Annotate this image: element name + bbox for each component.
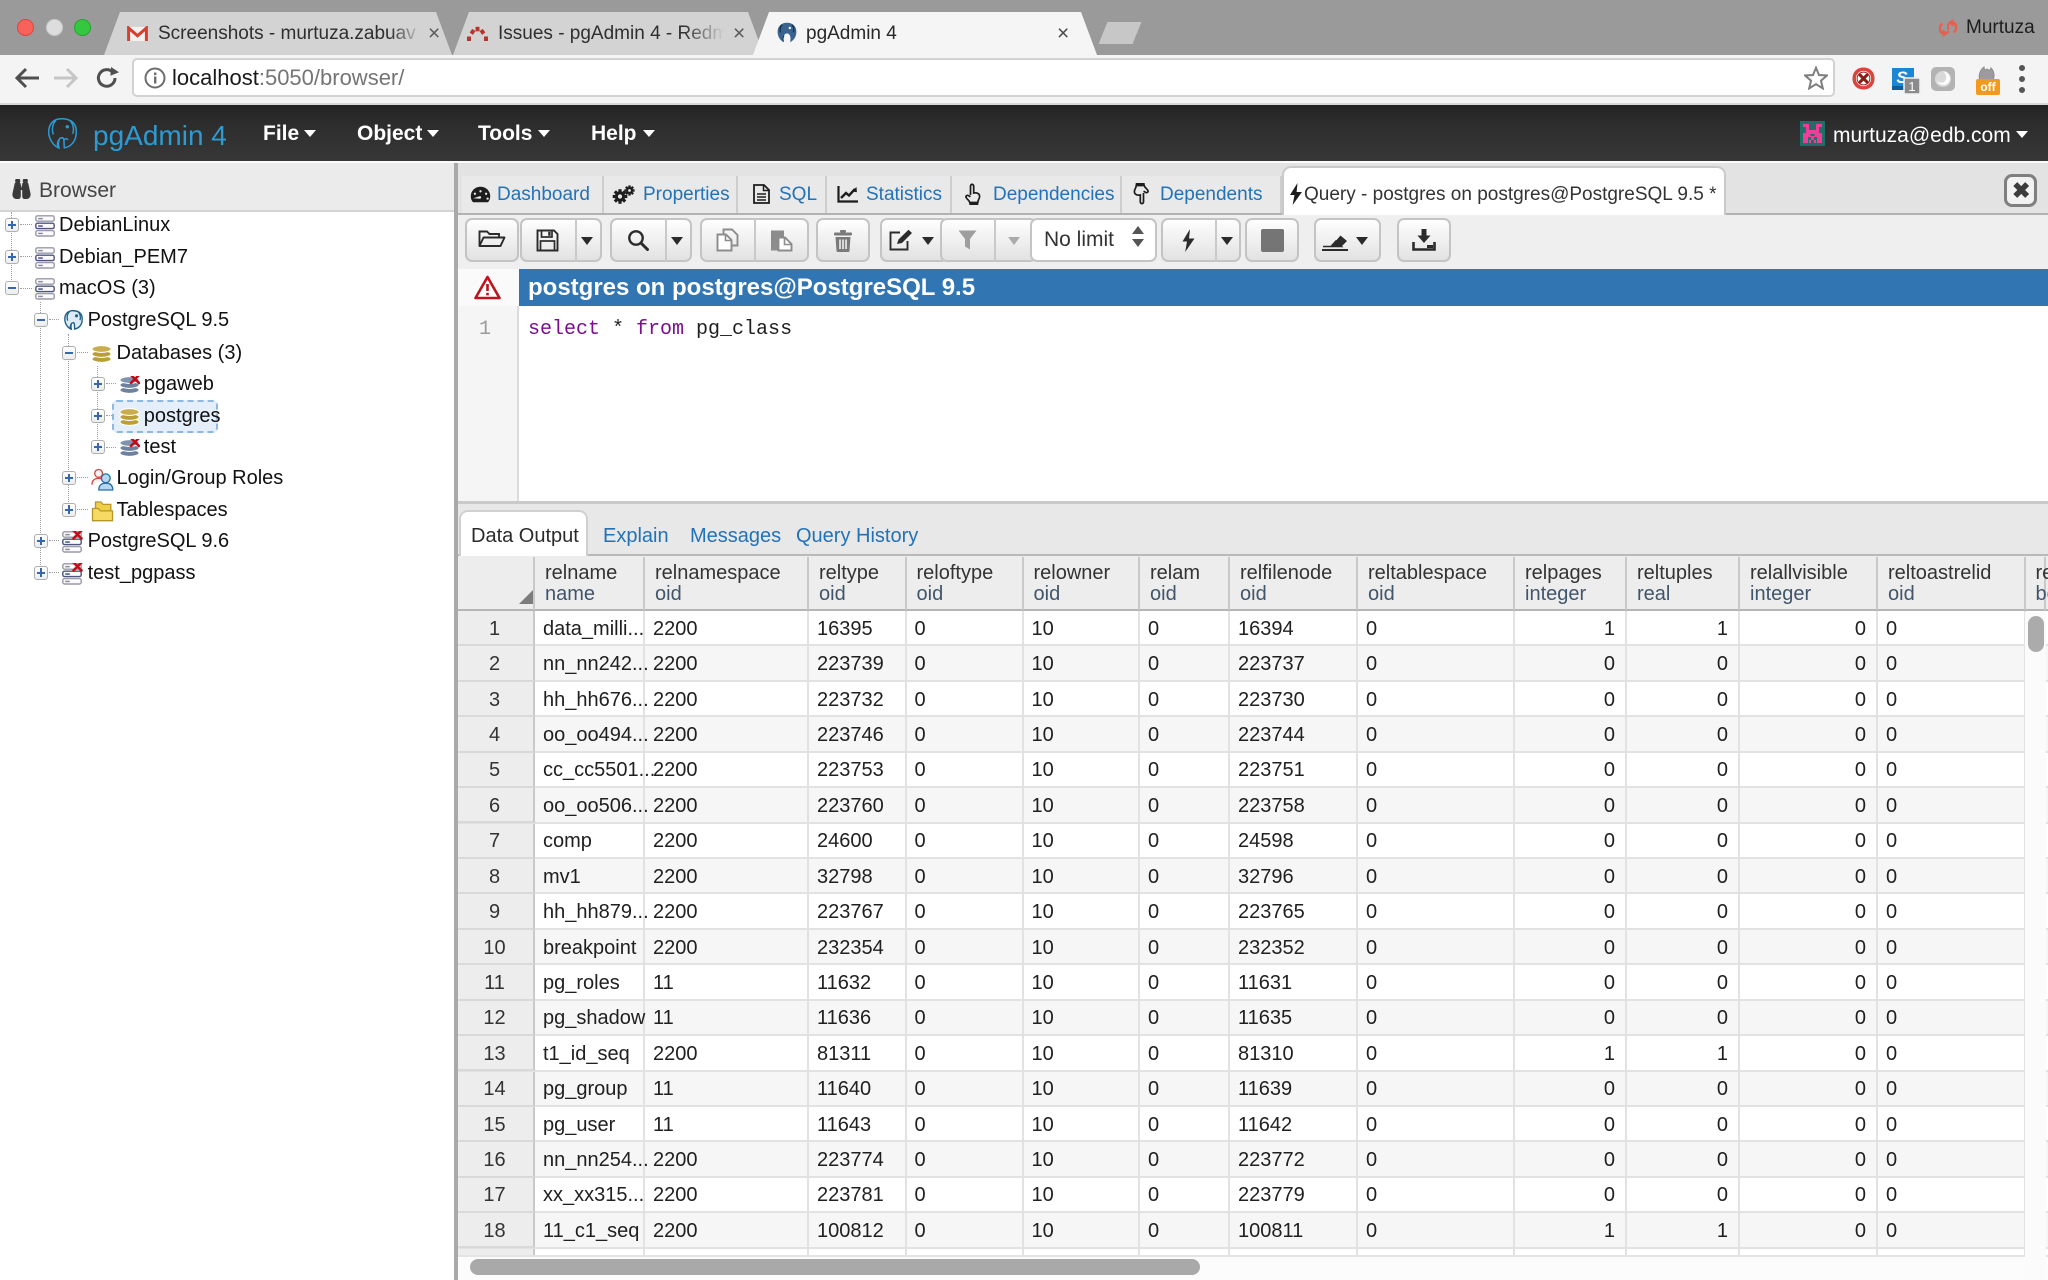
svg-text:1: 1 — [1908, 79, 1915, 94]
svg-text:off: off — [1980, 80, 1996, 94]
